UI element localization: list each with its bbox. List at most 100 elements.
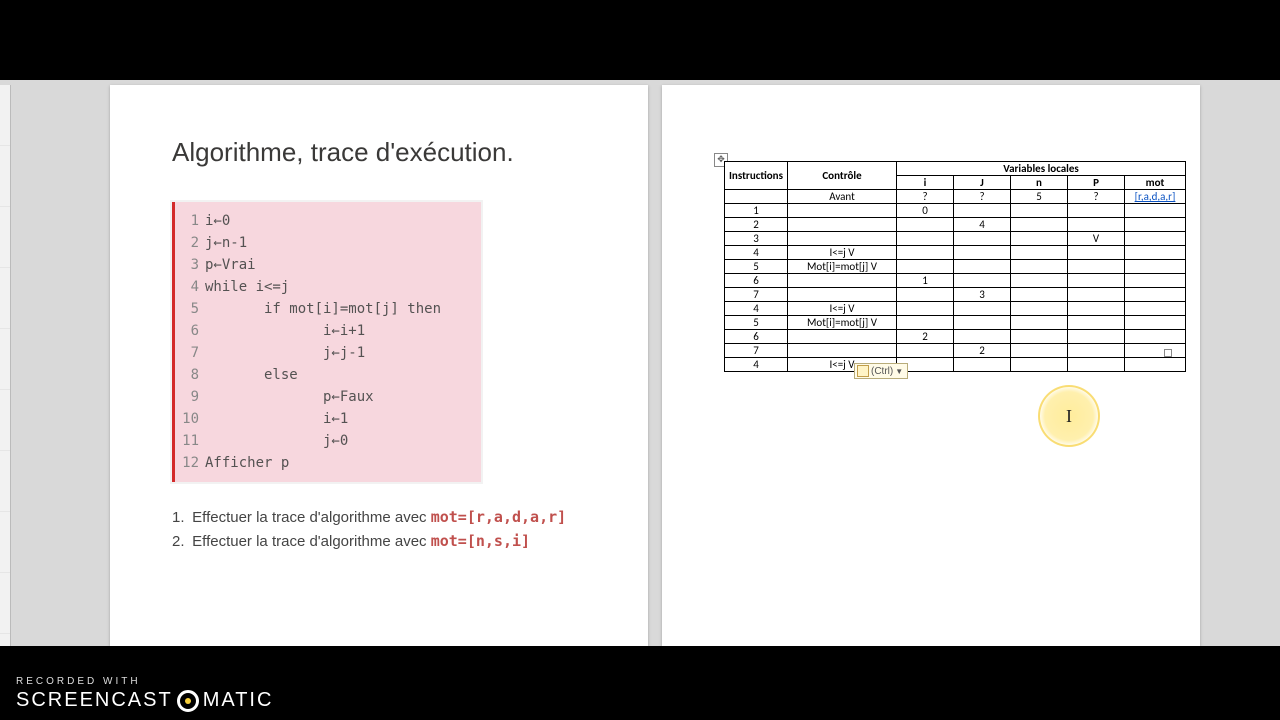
paste-options-button[interactable]: (Ctrl) ▼	[854, 363, 908, 379]
table-cell[interactable]	[1068, 260, 1125, 274]
table-cell[interactable]	[1068, 316, 1125, 330]
table-row[interactable]: 10	[725, 204, 1186, 218]
trace-table[interactable]: Instructions Contrôle Variables locales …	[724, 161, 1186, 372]
table-cell[interactable]	[954, 358, 1011, 372]
table-cell[interactable]: 4	[954, 218, 1011, 232]
table-cell[interactable]	[897, 246, 954, 260]
table-cell[interactable]	[1068, 344, 1125, 358]
table-cell[interactable]	[1068, 274, 1125, 288]
table-cell[interactable]	[897, 316, 954, 330]
table-cell[interactable]	[897, 218, 954, 232]
table-cell[interactable]	[897, 260, 954, 274]
table-cell[interactable]	[788, 288, 897, 302]
table-cell[interactable]	[954, 274, 1011, 288]
table-cell[interactable]: Avant	[788, 190, 897, 204]
table-cell[interactable]: 2	[897, 330, 954, 344]
table-row[interactable]: Avant??5?[r,a,d,a,r]	[725, 190, 1186, 204]
table-cell[interactable]	[725, 190, 788, 204]
table-cell[interactable]	[954, 316, 1011, 330]
table-cell[interactable]	[897, 344, 954, 358]
table-cell[interactable]	[1011, 330, 1068, 344]
table-cell[interactable]: 5	[725, 260, 788, 274]
table-cell[interactable]	[788, 344, 897, 358]
table-cell[interactable]	[954, 204, 1011, 218]
table-cell[interactable]	[954, 260, 1011, 274]
table-cell[interactable]: 2	[954, 344, 1011, 358]
table-cell[interactable]: 4	[725, 302, 788, 316]
table-cell[interactable]	[1125, 246, 1186, 260]
table-cell[interactable]: I<=j V	[788, 246, 897, 260]
table-cell[interactable]	[1125, 218, 1186, 232]
table-cell[interactable]	[788, 274, 897, 288]
table-cell[interactable]	[897, 302, 954, 316]
table-cell[interactable]	[1125, 260, 1186, 274]
table-cell[interactable]: 4	[725, 358, 788, 372]
table-cell[interactable]: [r,a,d,a,r]	[1125, 190, 1186, 204]
table-cell[interactable]: Mot[i]=mot[j] V	[788, 316, 897, 330]
table-row[interactable]: 4I<=j V	[725, 246, 1186, 260]
table-cell[interactable]	[1011, 358, 1068, 372]
table-cell[interactable]: V	[1068, 232, 1125, 246]
table-cell[interactable]	[788, 204, 897, 218]
table-cell[interactable]	[1068, 288, 1125, 302]
table-cell[interactable]: 6	[725, 274, 788, 288]
table-cell[interactable]	[788, 232, 897, 246]
table-row[interactable]: 61	[725, 274, 1186, 288]
table-row[interactable]: 5Mot[i]=mot[j] V	[725, 316, 1186, 330]
table-row[interactable]: 3V	[725, 232, 1186, 246]
table-cell[interactable]: Mot[i]=mot[j] V	[788, 260, 897, 274]
table-cell[interactable]: I<=j V	[788, 302, 897, 316]
table-cell[interactable]	[954, 302, 1011, 316]
table-cell[interactable]	[1125, 232, 1186, 246]
table-cell[interactable]	[1125, 330, 1186, 344]
table-cell[interactable]: 1	[725, 204, 788, 218]
table-cell[interactable]	[1011, 288, 1068, 302]
table-cell[interactable]	[788, 330, 897, 344]
table-cell[interactable]	[1068, 246, 1125, 260]
table-cell[interactable]	[1125, 358, 1186, 372]
table-cell[interactable]	[1011, 302, 1068, 316]
table-cell[interactable]	[1068, 302, 1125, 316]
table-cell[interactable]	[1125, 288, 1186, 302]
table-cell[interactable]	[1125, 204, 1186, 218]
table-cell[interactable]	[1011, 232, 1068, 246]
table-cell[interactable]: ?	[954, 190, 1011, 204]
table-cell[interactable]: 3	[954, 288, 1011, 302]
table-cell[interactable]	[1068, 330, 1125, 344]
table-cell[interactable]	[1011, 246, 1068, 260]
table-cell[interactable]: 0	[897, 204, 954, 218]
table-row[interactable]: 73	[725, 288, 1186, 302]
table-cell[interactable]	[1011, 218, 1068, 232]
table-cell[interactable]	[1125, 274, 1186, 288]
table-cell[interactable]	[1011, 204, 1068, 218]
table-cell[interactable]	[897, 232, 954, 246]
table-cell[interactable]	[954, 232, 1011, 246]
table-cell[interactable]	[1068, 358, 1125, 372]
table-row[interactable]: 72	[725, 344, 1186, 358]
table-resize-handle-icon[interactable]	[1164, 349, 1172, 357]
table-cell[interactable]	[1068, 204, 1125, 218]
table-cell[interactable]: ?	[897, 190, 954, 204]
table-cell[interactable]: 3	[725, 232, 788, 246]
table-cell[interactable]: 7	[725, 344, 788, 358]
table-cell[interactable]: 1	[897, 274, 954, 288]
table-cell[interactable]	[1011, 260, 1068, 274]
table-cell[interactable]	[1011, 274, 1068, 288]
table-cell[interactable]	[1011, 344, 1068, 358]
table-cell[interactable]	[897, 288, 954, 302]
table-row[interactable]: 4I<=j V	[725, 302, 1186, 316]
table-cell[interactable]	[788, 218, 897, 232]
table-cell[interactable]: 5	[1011, 190, 1068, 204]
table-cell[interactable]: 7	[725, 288, 788, 302]
table-cell[interactable]	[1125, 302, 1186, 316]
table-cell[interactable]	[954, 330, 1011, 344]
table-cell[interactable]: ?	[1068, 190, 1125, 204]
table-cell[interactable]	[1068, 218, 1125, 232]
table-row[interactable]: 62	[725, 330, 1186, 344]
table-cell[interactable]: 6	[725, 330, 788, 344]
table-row[interactable]: 4I<=j V	[725, 358, 1186, 372]
table-cell[interactable]	[1125, 316, 1186, 330]
table-cell[interactable]: 2	[725, 218, 788, 232]
table-cell[interactable]: 5	[725, 316, 788, 330]
table-row[interactable]: 5Mot[i]=mot[j] V	[725, 260, 1186, 274]
